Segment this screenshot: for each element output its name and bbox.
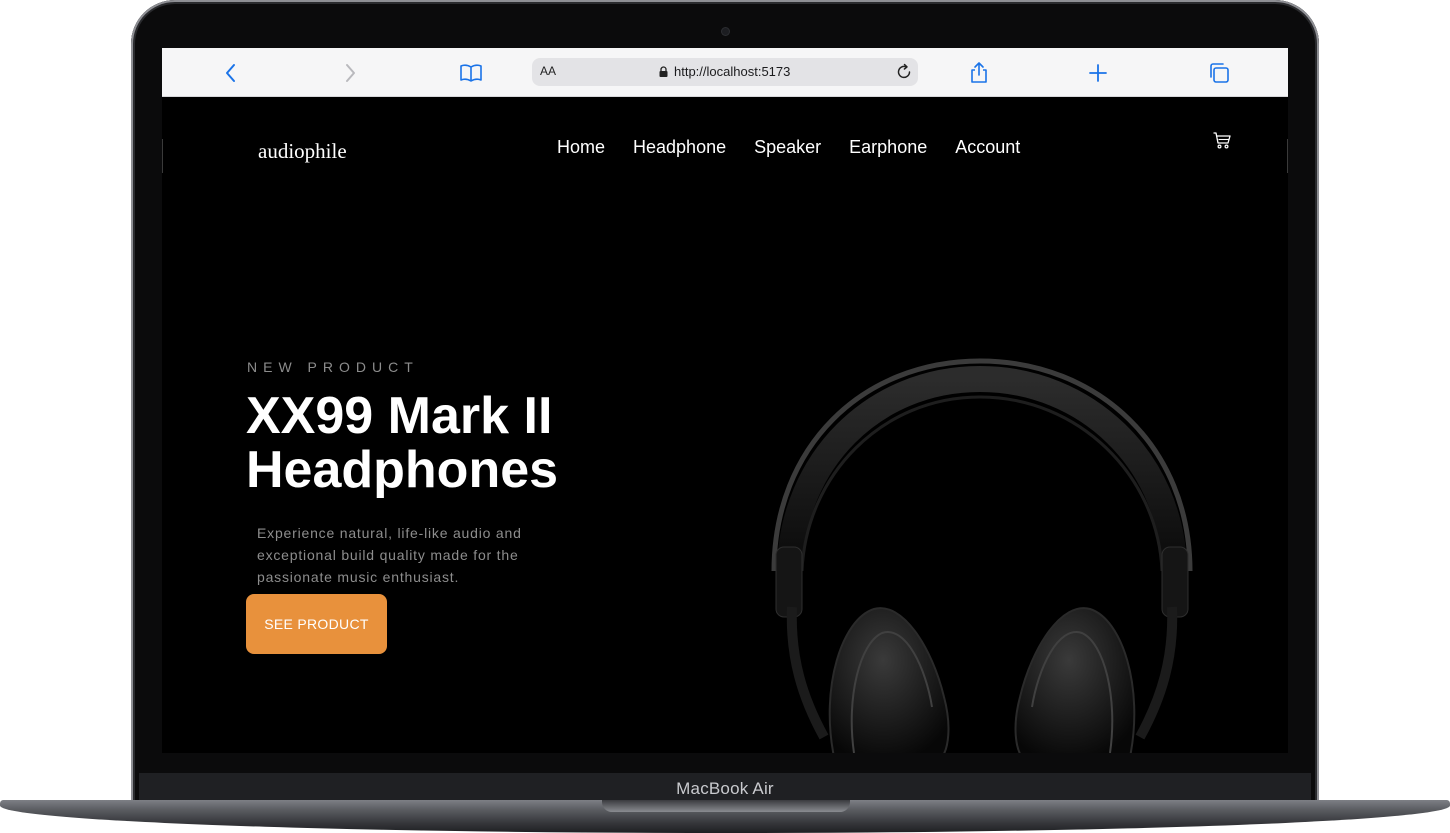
browser-toolbar: AA http://localhost:5173	[162, 48, 1288, 97]
hero-eyebrow: NEW PRODUCT	[247, 359, 419, 375]
device-label: MacBook Air	[676, 779, 774, 798]
nav-link-speaker[interactable]: Speaker	[754, 137, 821, 158]
cart-icon[interactable]	[1212, 130, 1232, 150]
address-bar[interactable]: AA http://localhost:5173	[532, 58, 918, 86]
see-product-button[interactable]: SEE PRODUCT	[246, 594, 387, 654]
nav-divider	[162, 139, 163, 173]
plus-icon[interactable]	[1085, 60, 1111, 86]
nav-link-account[interactable]: Account	[955, 137, 1020, 158]
headphones-image	[771, 358, 1193, 753]
nav-link-home[interactable]: Home	[557, 137, 605, 158]
hero-title: XX99 Mark II Headphones	[246, 387, 559, 499]
screen: AA http://localhost:5173 audiophile Home…	[162, 48, 1288, 753]
main-nav: Home Headphone Speaker Earphone Account	[557, 137, 1020, 158]
nav-divider	[1287, 139, 1288, 173]
site-logo[interactable]: audiophile	[258, 139, 347, 164]
camera-icon	[722, 28, 729, 35]
lock-icon	[659, 66, 668, 77]
share-icon[interactable]	[966, 60, 992, 86]
chevron-right-icon[interactable]	[337, 60, 363, 86]
book-icon[interactable]	[458, 60, 484, 86]
nav-link-earphone[interactable]: Earphone	[849, 137, 927, 158]
laptop-notch	[602, 800, 850, 812]
chevron-left-icon[interactable]	[218, 60, 244, 86]
web-page: audiophile Home Headphone Speaker Earpho…	[162, 97, 1288, 753]
tabs-icon[interactable]	[1206, 60, 1232, 86]
hero-description: Experience natural, life-like audio and …	[257, 525, 522, 585]
reload-icon[interactable]	[894, 62, 914, 82]
reader-button[interactable]: AA	[540, 64, 556, 78]
nav-link-headphone[interactable]: Headphone	[633, 137, 726, 158]
url-text: http://localhost:5173	[674, 64, 791, 79]
